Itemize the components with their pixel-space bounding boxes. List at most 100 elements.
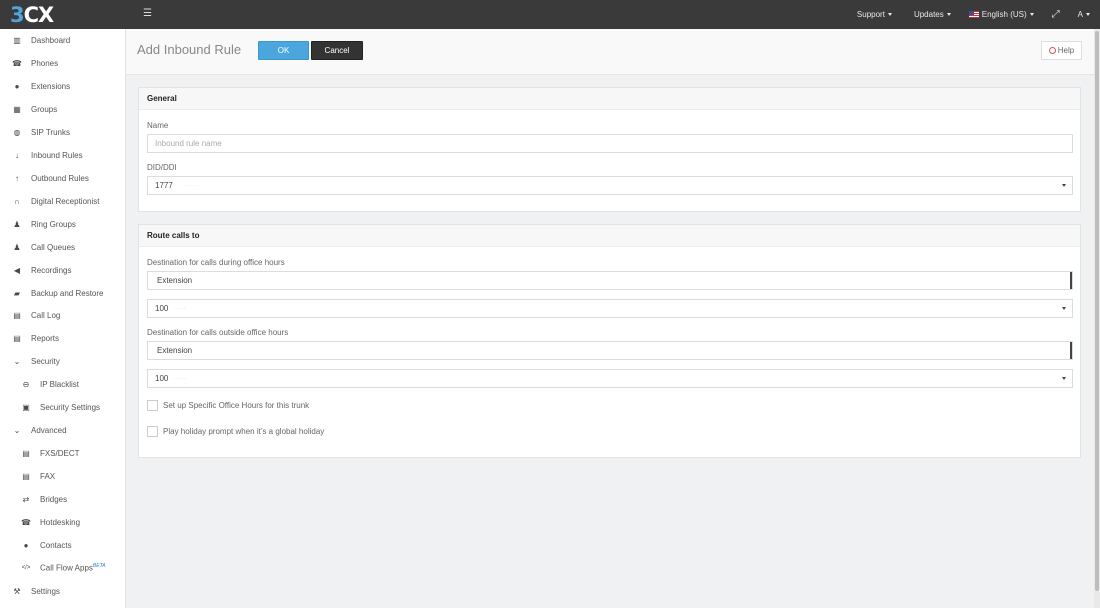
holiday-checkbox-label: Play holiday prompt when it’s a global h… xyxy=(163,427,325,436)
route-calls-panel: Route calls to Destination for calls dur… xyxy=(138,224,1081,458)
sidebar-item-dashboard[interactable]: ▥ Dashboard xyxy=(0,31,126,49)
wrench-icon: ⚒ xyxy=(13,586,21,596)
cancel-button[interactable]: Cancel xyxy=(311,41,363,60)
sidebar-item-label: Contacts xyxy=(40,540,72,550)
sidebar-item-call-log[interactable]: ▤ Call Log xyxy=(0,306,126,324)
sidebar-item-label: FXS/DECT xyxy=(40,448,80,458)
users-icon: ♟ xyxy=(13,219,21,229)
sidebar-item-hotdesking[interactable]: ☎ Hotdesking xyxy=(0,513,126,531)
sidebar-item-sip-trunks[interactable]: ◍ SIP Trunks xyxy=(0,123,126,141)
headset-icon: ∩ xyxy=(14,196,20,206)
sidebar-item-label: Call Queues xyxy=(31,242,76,252)
sidebar: ▥ Dashboard ☎ Phones ● Extensions ▦ Groups ◍… xyxy=(0,29,126,608)
sidebar-item-contacts[interactable]: ● Contacts xyxy=(0,536,126,554)
caret-down-icon xyxy=(946,13,951,16)
chevron-down-icon: ⌄ xyxy=(13,356,21,366)
sidebar-item-ip-blacklist[interactable]: ⊖ IP Blacklist xyxy=(0,375,126,393)
user-label: A xyxy=(1077,10,1083,19)
sidebar-item-inbound-rules[interactable]: ↓ Inbound Rules xyxy=(0,146,126,164)
sidebar-item-fax[interactable]: ▤ FAX xyxy=(0,467,126,485)
sidebar-item-security-settings[interactable]: ▣ Security Settings xyxy=(0,398,126,416)
outside-destination-type-select[interactable]: Extension xyxy=(147,341,1073,360)
sidebar-item-recordings[interactable]: ◀ Recordings xyxy=(0,261,126,279)
sidebar-item-call-flow-apps[interactable]: </> Call Flow AppsBETA xyxy=(0,559,126,577)
outside-extension-select[interactable]: 100 ····· xyxy=(147,369,1073,388)
menu-toggle-icon[interactable]: ☰ xyxy=(143,9,153,19)
select-handle xyxy=(1070,342,1072,359)
did-value: 1777 xyxy=(155,181,173,190)
sidebar-item-phones[interactable]: ☎ Phones xyxy=(0,54,126,72)
ok-button[interactable]: OK xyxy=(258,41,309,60)
fax-icon: ▤ xyxy=(22,448,30,458)
office-extension-select[interactable]: 100 ····· xyxy=(147,299,1073,318)
outside-type-value: Extension xyxy=(157,346,193,355)
sidebar-item-digital-receptionist[interactable]: ∩ Digital Receptionist xyxy=(0,192,126,210)
sidebar-item-call-queues[interactable]: ♟ Call Queues xyxy=(0,238,126,256)
caret-down-icon xyxy=(1062,307,1066,310)
office-hours-label: Destination for calls during office hour… xyxy=(147,258,285,267)
redacted-text: ····· xyxy=(173,375,187,382)
scrollbar[interactable] xyxy=(1094,29,1100,608)
sidebar-item-groups[interactable]: ▦ Groups xyxy=(0,100,126,118)
speaker-icon: ◀ xyxy=(13,265,21,275)
sidebar-item-label: Dashboard xyxy=(31,35,71,45)
updates-label: Updates xyxy=(913,10,944,19)
sidebar-item-label: Advanced xyxy=(31,425,67,435)
sidebar-item-outbound-rules[interactable]: ↑ Outbound Rules xyxy=(0,169,126,187)
sidebar-item-label: Digital Receptionist xyxy=(31,196,100,206)
folder-icon: ▰ xyxy=(13,288,21,298)
chevron-down-icon: ⌄ xyxy=(13,425,21,435)
scrollbar-thumb[interactable] xyxy=(1095,31,1099,591)
office-hours-checkbox-label: Set up Specific Office Hours for this tr… xyxy=(163,401,310,410)
holiday-checkbox[interactable] xyxy=(147,426,158,437)
select-handle xyxy=(1070,272,1072,289)
arrow-up-icon: ↑ xyxy=(15,173,19,183)
caret-down-icon xyxy=(1086,13,1090,16)
page-title: Add Inbound Rule xyxy=(137,42,242,57)
user-menu[interactable]: A xyxy=(1078,10,1090,19)
beta-badge: BETA xyxy=(92,563,106,570)
office-hours-checkbox-row[interactable]: Set up Specific Office Hours for this tr… xyxy=(147,400,309,411)
sidebar-item-label: Call Flow Apps xyxy=(40,563,93,573)
name-input[interactable]: Inbound rule name xyxy=(147,134,1073,153)
sidebar-item-label: Settings xyxy=(31,586,60,596)
sidebar-item-label: Call Log xyxy=(31,310,61,320)
office-ext-value: 100 xyxy=(155,304,169,313)
3cx-logo[interactable]: 3 CX xyxy=(10,2,54,27)
fax-icon: ▤ xyxy=(22,471,30,481)
caret-down-icon xyxy=(1062,184,1066,187)
exchange-icon: ⇄ xyxy=(22,494,30,504)
sidebar-item-fxs-dect[interactable]: ▤ FXS/DECT xyxy=(0,444,126,462)
user-icon: ● xyxy=(14,81,20,91)
help-button[interactable]: Help xyxy=(1041,41,1082,60)
document-icon: ▤ xyxy=(13,333,21,343)
holiday-checkbox-row[interactable]: Play holiday prompt when it’s a global h… xyxy=(147,426,324,437)
caret-down-icon xyxy=(1062,377,1066,380)
sidebar-item-reports[interactable]: ▤ Reports xyxy=(0,329,126,347)
sidebar-item-security[interactable]: ⌄ Security xyxy=(0,352,126,370)
sidebar-item-label: Recordings xyxy=(31,265,72,275)
fullscreen-icon[interactable]: ⤢ xyxy=(1052,9,1060,20)
sidebar-item-ring-groups[interactable]: ♟ Ring Groups xyxy=(0,215,126,233)
sidebar-item-advanced[interactable]: ⌄ Advanced xyxy=(0,421,126,439)
main-content: Add Inbound Rule OK Cancel Help General … xyxy=(126,29,1100,608)
support-menu[interactable]: Support xyxy=(857,10,892,19)
language-menu[interactable]: English (US) xyxy=(968,10,1034,19)
sidebar-item-settings[interactable]: ⚒ Settings xyxy=(0,582,126,600)
sidebar-item-backup-and-restore[interactable]: ▰ Backup and Restore xyxy=(0,284,126,302)
office-destination-type-select[interactable]: Extension xyxy=(147,271,1073,290)
office-hours-checkbox[interactable] xyxy=(147,400,158,411)
sidebar-item-label: Security Settings xyxy=(40,402,101,412)
sidebar-item-bridges[interactable]: ⇄ Bridges xyxy=(0,490,126,508)
bar-chart-icon: ▥ xyxy=(13,35,21,45)
did-select[interactable]: 1777 ····· xyxy=(147,176,1073,195)
updates-menu[interactable]: Updates xyxy=(914,10,951,19)
logo-digit: 3 xyxy=(10,2,25,27)
general-heading: General xyxy=(139,88,1080,110)
sidebar-item-label: Backup and Restore xyxy=(31,288,104,298)
phone-icon: ☎ xyxy=(12,58,22,68)
sidebar-item-extensions[interactable]: ● Extensions xyxy=(0,77,126,95)
did-label: DID/DDI xyxy=(147,163,177,172)
grid-icon: ▦ xyxy=(13,104,21,114)
general-panel: General Name Inbound rule name DID/DDI 1… xyxy=(138,87,1081,212)
